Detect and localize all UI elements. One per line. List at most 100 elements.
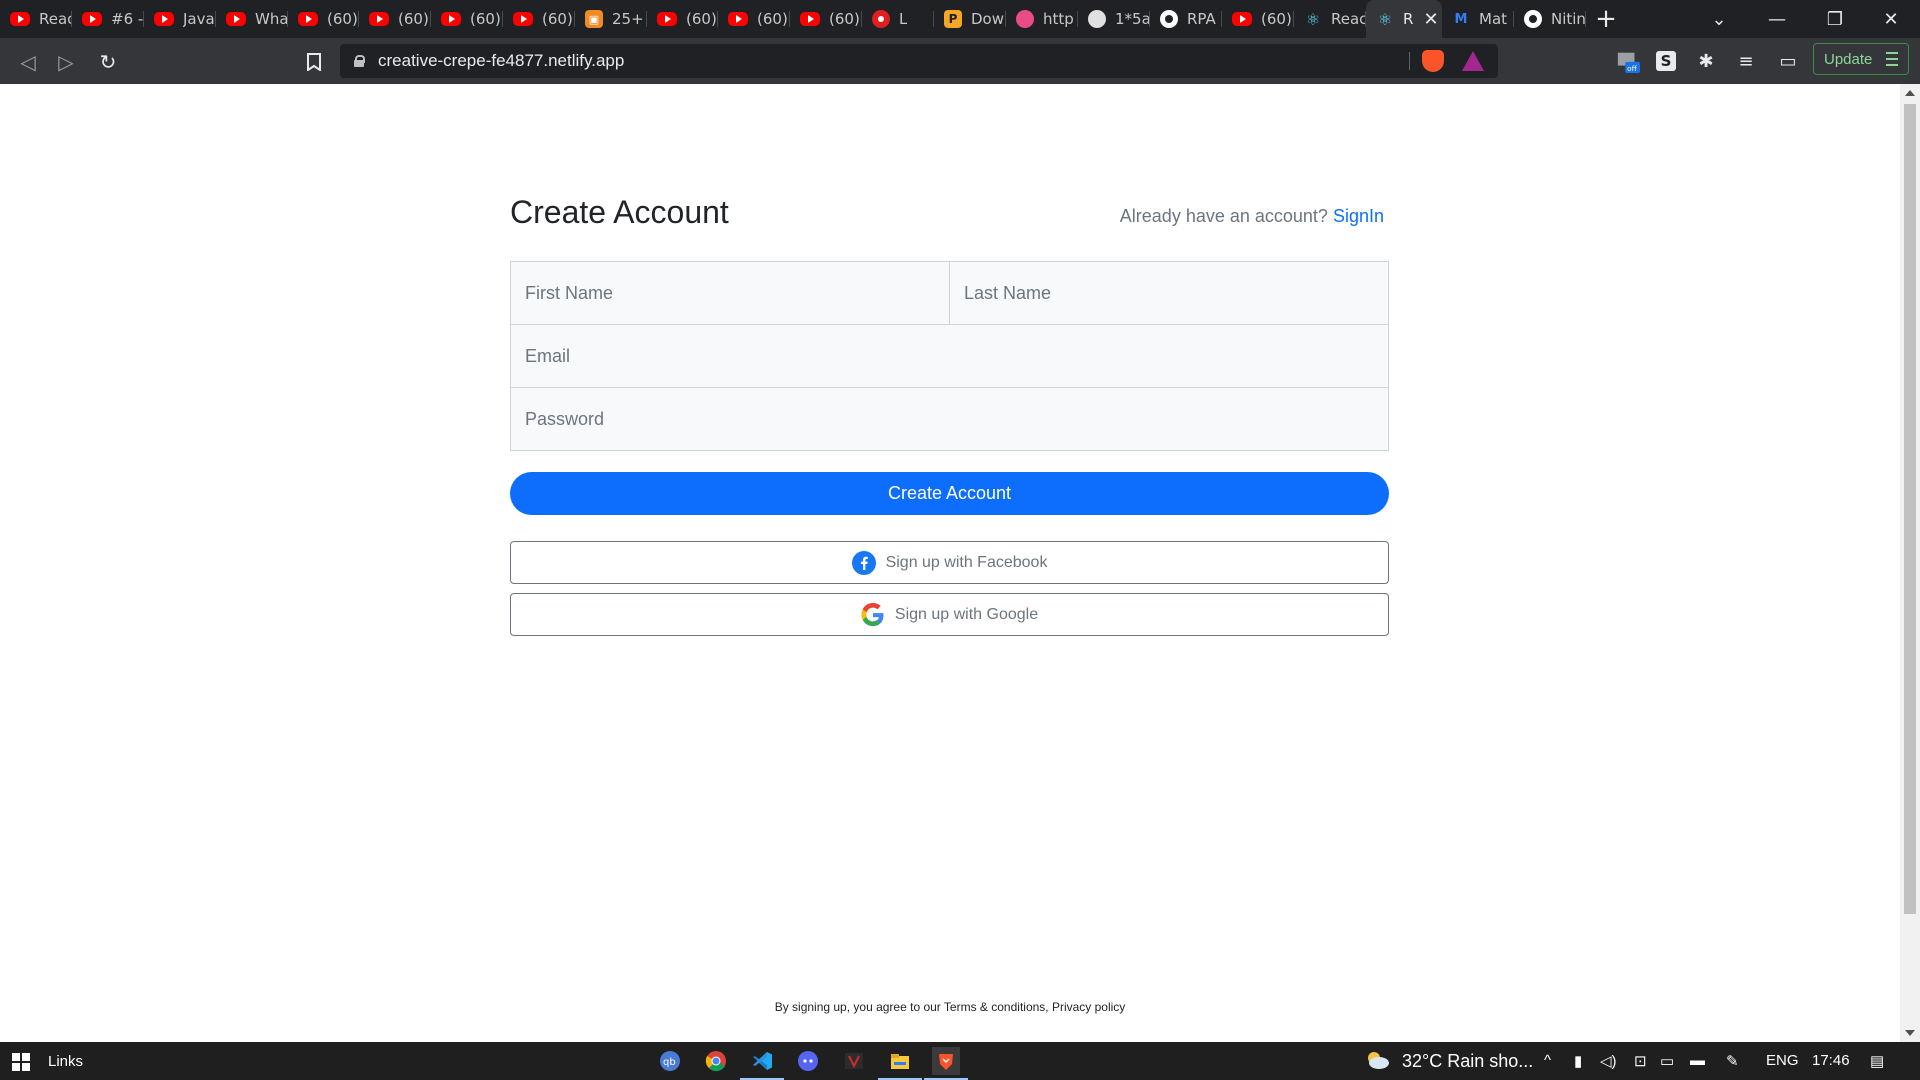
browser-tab[interactable]: Reac — [0, 0, 72, 38]
browser-tab[interactable]: ⚛ R ✕ — [1366, 0, 1442, 38]
browser-tab[interactable]: L — [862, 0, 934, 38]
globe-icon — [1088, 10, 1106, 28]
forward-icon[interactable]: ▷ — [52, 48, 80, 76]
browser-tab[interactable]: ▣ 25+ — [575, 0, 647, 38]
weather-text[interactable]: 32°C Rain sho... — [1402, 1051, 1533, 1072]
camera-icon[interactable]: ⊡ — [1634, 1052, 1647, 1070]
tab-list: Reac #6 - Java Wha (60) (60) (60) (60) ▣ 25+ (60) (… — [0, 0, 1586, 38]
windows-taskbar: Links qb 32°C Rain sho... ^ ▮ ◁) ⊡ ▭ ▬ ✎… — [0, 1042, 1920, 1080]
page-scrollbar[interactable] — [1900, 84, 1920, 1042]
signin-prompt-text: Already have an account? — [1119, 206, 1328, 226]
signin-link[interactable]: SignIn — [1333, 206, 1384, 226]
tab-title: 25+ — [612, 10, 644, 28]
browser-tab[interactable]: P Dow — [934, 0, 1006, 38]
wallet-icon[interactable]: ▭ — [1776, 49, 1800, 73]
youtube-icon — [513, 12, 533, 26]
youtube-icon — [10, 12, 30, 26]
tab-title: (60) — [1261, 10, 1292, 28]
browser-tab[interactable]: 1*5a — [1078, 0, 1150, 38]
s-extension-icon[interactable]: S — [1656, 51, 1676, 71]
update-button[interactable]: Update — [1813, 43, 1909, 75]
extension-off-icon[interactable]: off — [1616, 49, 1640, 73]
mui-icon: M — [1454, 11, 1468, 27]
close-window-button[interactable]: ✕ — [1862, 0, 1920, 38]
browser-tab[interactable]: (60) — [718, 0, 790, 38]
tab-search-icon[interactable]: ⌄ — [1690, 0, 1748, 38]
file-explorer-icon[interactable] — [878, 1047, 922, 1080]
battery-icon[interactable]: ▬ — [1690, 1052, 1705, 1069]
google-icon — [861, 602, 885, 627]
browser-tab[interactable]: M Mat — [1442, 0, 1514, 38]
weather-icon[interactable] — [1364, 1048, 1390, 1078]
dribbble-icon — [1016, 10, 1034, 28]
facebook-signup-button[interactable]: Sign up with Facebook — [510, 541, 1389, 584]
links-toolbar[interactable]: Links — [48, 1053, 83, 1070]
language-indicator[interactable]: ENG — [1766, 1052, 1799, 1069]
chevron-up-icon[interactable]: ^ — [1544, 1052, 1551, 1069]
youtube-icon — [728, 12, 748, 26]
svg-text:off: off — [1627, 64, 1638, 73]
tab-title: RPA — [1187, 10, 1216, 28]
scroll-down-icon[interactable] — [1905, 1030, 1915, 1036]
brave-rewards-icon[interactable] — [1462, 51, 1484, 71]
password-input[interactable] — [510, 387, 1389, 451]
browser-tab[interactable]: (60) — [503, 0, 575, 38]
youtube-icon — [154, 12, 174, 26]
tab-title: Nitin — [1551, 10, 1586, 28]
brave-shields-icon[interactable] — [1422, 50, 1444, 72]
orange-site-icon: ▣ — [585, 10, 603, 28]
qbittorrent-icon[interactable]: qb — [656, 1047, 684, 1075]
media-app-icon[interactable] — [840, 1047, 868, 1075]
tab-close-icon[interactable]: ✕ — [1423, 9, 1438, 30]
scroll-up-icon[interactable] — [1905, 90, 1915, 96]
minimize-button[interactable]: — — [1748, 0, 1806, 38]
google-signup-button[interactable]: Sign up with Google — [510, 593, 1389, 636]
windows-start-icon[interactable] — [12, 1053, 30, 1071]
update-label: Update — [1824, 50, 1873, 68]
restore-button[interactable]: ❐ — [1806, 0, 1864, 38]
browser-tab[interactable]: (60) — [790, 0, 862, 38]
scroll-thumb[interactable] — [1904, 104, 1916, 914]
tab-title: (60) — [470, 10, 501, 28]
brave-browser-icon[interactable] — [924, 1047, 968, 1080]
browser-tab[interactable]: (60) — [359, 0, 431, 38]
bookmark-icon[interactable] — [300, 48, 328, 76]
notifications-icon[interactable]: ▤ — [1870, 1052, 1884, 1070]
browser-tab[interactable]: (60) — [1222, 0, 1294, 38]
media-queue-icon[interactable]: ≡ — [1734, 49, 1758, 73]
browser-tab[interactable]: ⚛ Reac — [1294, 0, 1366, 38]
browser-tab[interactable]: (60) — [431, 0, 503, 38]
browser-tab[interactable]: (60) — [288, 0, 359, 38]
last-name-input[interactable] — [949, 261, 1389, 325]
page-title: Create Account — [510, 194, 729, 230]
chrome-icon[interactable] — [702, 1047, 730, 1075]
speaker-icon[interactable]: ◁) — [1600, 1052, 1617, 1070]
microphone-icon[interactable]: ▮ — [1574, 1052, 1582, 1070]
youtube-icon — [226, 12, 246, 26]
tab-title: L — [899, 10, 908, 28]
back-icon[interactable]: ◁ — [14, 48, 42, 76]
vscode-icon[interactable] — [740, 1047, 784, 1080]
clock[interactable]: 17:46 — [1812, 1052, 1850, 1069]
hamburger-menu-icon[interactable] — [1886, 52, 1898, 70]
browser-tab[interactable]: #6 - — [72, 0, 144, 38]
browser-tab[interactable]: RPA — [1150, 0, 1222, 38]
discord-icon[interactable] — [794, 1047, 822, 1075]
youtube-icon — [441, 12, 461, 26]
browser-tab[interactable]: (60) — [647, 0, 718, 38]
browser-tab[interactable]: http — [1006, 0, 1078, 38]
signin-prompt: Already have an account? SignIn — [1120, 206, 1384, 227]
reload-icon[interactable]: ↻ — [94, 48, 122, 76]
pen-icon[interactable]: ✎ — [1726, 1052, 1739, 1070]
create-account-button[interactable]: Create Account — [510, 472, 1389, 515]
first-name-input[interactable] — [510, 261, 950, 325]
tab-title: http — [1043, 10, 1074, 28]
browser-tab[interactable]: Wha — [216, 0, 288, 38]
address-bar[interactable]: creative-crepe-fe4877.netlify.app — [340, 44, 1498, 78]
new-tab-button[interactable]: + — [1586, 0, 1626, 38]
browser-tab[interactable]: Java — [144, 0, 216, 38]
network-icon[interactable]: ▭ — [1660, 1052, 1674, 1070]
browser-tab[interactable]: Nitin — [1514, 0, 1586, 38]
puzzle-extensions-icon[interactable]: ✱ — [1694, 49, 1718, 73]
email-input[interactable] — [510, 324, 1389, 388]
